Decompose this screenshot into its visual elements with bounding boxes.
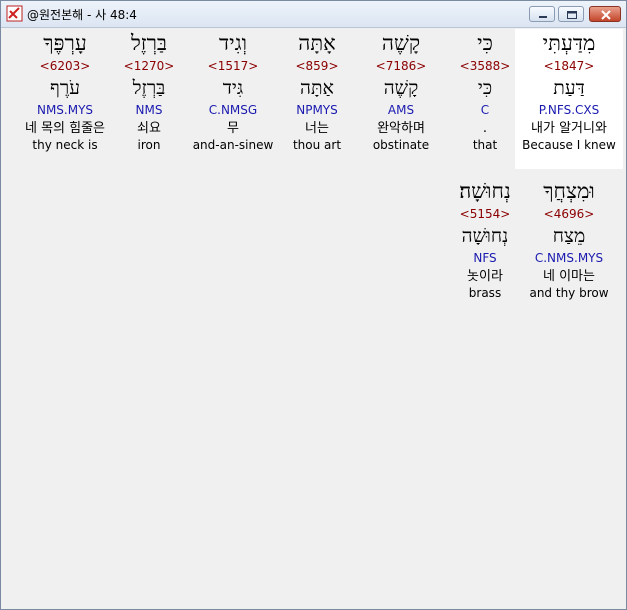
- minimize-icon: [539, 16, 547, 18]
- lemma-word: גִּיד: [222, 77, 244, 99]
- korean-gloss: 너는: [305, 121, 329, 136]
- english-gloss: and-an-sinew: [192, 138, 274, 152]
- hebrew-word: כִּי: [477, 31, 493, 55]
- strong-number: <859>: [295, 59, 339, 73]
- korean-gloss: .: [482, 121, 488, 136]
- word-column[interactable]: בַּרְזֶל <1270> בַּרְזֶל NMS 쇠요 iron: [101, 29, 197, 169]
- hebrew-word: עָרְפֶּךָ: [43, 31, 87, 55]
- bible-app-icon: [6, 5, 23, 22]
- interlinear-view: מִדַּעְתִּי <1847> דַּעַת P.NFS.CXS 내가 알거니와 B…: [5, 29, 623, 605]
- english-gloss: that: [472, 138, 498, 152]
- word-column[interactable]: עָרְפֶּךָ <6203> עֹרֶף NMS.MYS 네 목의 힘줄은 thy n…: [17, 29, 113, 169]
- minimize-button[interactable]: [529, 6, 555, 22]
- title-bar[interactable]: @원전본해 - 사 48:4: [1, 1, 626, 28]
- lemma-word: כִּי: [477, 77, 493, 99]
- app-window: @원전본해 - 사 48:4 מִדַּעְתִּי <1847> דַּעַת P.…: [0, 0, 627, 610]
- strong-number: <5154>: [459, 207, 511, 221]
- english-gloss: obstinate: [372, 138, 430, 152]
- word-column[interactable]: קָשֶׁה <7186> קָשֶׁה AMS 완악하며 obstinate: [353, 29, 449, 169]
- english-gloss: thou art: [292, 138, 342, 152]
- word-column[interactable]: נְחוּשָׁה׃ <5154> נְחוּשָׁה NFS 놋이라 brass: [437, 177, 533, 317]
- lemma-word: אַתָּה: [300, 77, 334, 99]
- english-gloss: thy neck is: [32, 138, 98, 152]
- morphology-code: C.NMSG: [208, 103, 258, 117]
- strong-number: <6203>: [39, 59, 91, 73]
- english-gloss: brass: [468, 286, 502, 300]
- morphology-code: NMS.MYS: [36, 103, 94, 117]
- english-gloss: iron: [137, 138, 161, 152]
- morphology-code: NPMYS: [296, 103, 338, 117]
- hebrew-word: קָשֶׁה: [381, 31, 421, 55]
- morphology-code: C: [480, 103, 490, 117]
- korean-gloss: 쇠요: [137, 121, 161, 136]
- morphology-code: NMS: [135, 103, 163, 117]
- maximize-icon: [567, 11, 577, 19]
- morphology-code: AMS: [387, 103, 415, 117]
- lemma-word: קָשֶׁה: [383, 77, 419, 99]
- lemma-word: בַּרְזֶל: [132, 77, 166, 99]
- hebrew-word: נְחוּשָׁה׃: [459, 179, 511, 203]
- korean-gloss: 무: [227, 121, 239, 136]
- hebrew-word: וְגִיד: [219, 31, 247, 55]
- lemma-word: עֹרֶף: [50, 77, 80, 99]
- korean-gloss: 놋이라: [467, 269, 503, 284]
- morphology-code: NFS: [473, 251, 497, 265]
- word-column[interactable]: אָתָּה <859> אַתָּה NPMYS 너는 thou art: [269, 29, 365, 169]
- close-icon: [601, 10, 611, 20]
- window-title: @원전본해 - 사 48:4: [27, 8, 137, 22]
- strong-number: <3588>: [459, 59, 511, 73]
- close-button[interactable]: [589, 6, 621, 22]
- word-column[interactable]: כִּי <3588> כִּי C. that: [437, 29, 533, 169]
- korean-gloss: 네 목의 힘줄은: [24, 121, 106, 136]
- hebrew-word: אָתָּה: [298, 31, 336, 55]
- hebrew-word: בַּרְזֶל: [130, 31, 168, 55]
- maximize-button[interactable]: [558, 6, 584, 22]
- korean-gloss: 완악하며: [377, 121, 425, 136]
- lemma-word: נְחוּשָׁה: [461, 225, 509, 247]
- strong-number: <1270>: [123, 59, 175, 73]
- word-column[interactable]: וְגִיד <1517> גִּיד C.NMSG 무 and-an-sinew: [185, 29, 281, 169]
- strong-number: <7186>: [375, 59, 427, 73]
- strong-number: <1517>: [207, 59, 259, 73]
